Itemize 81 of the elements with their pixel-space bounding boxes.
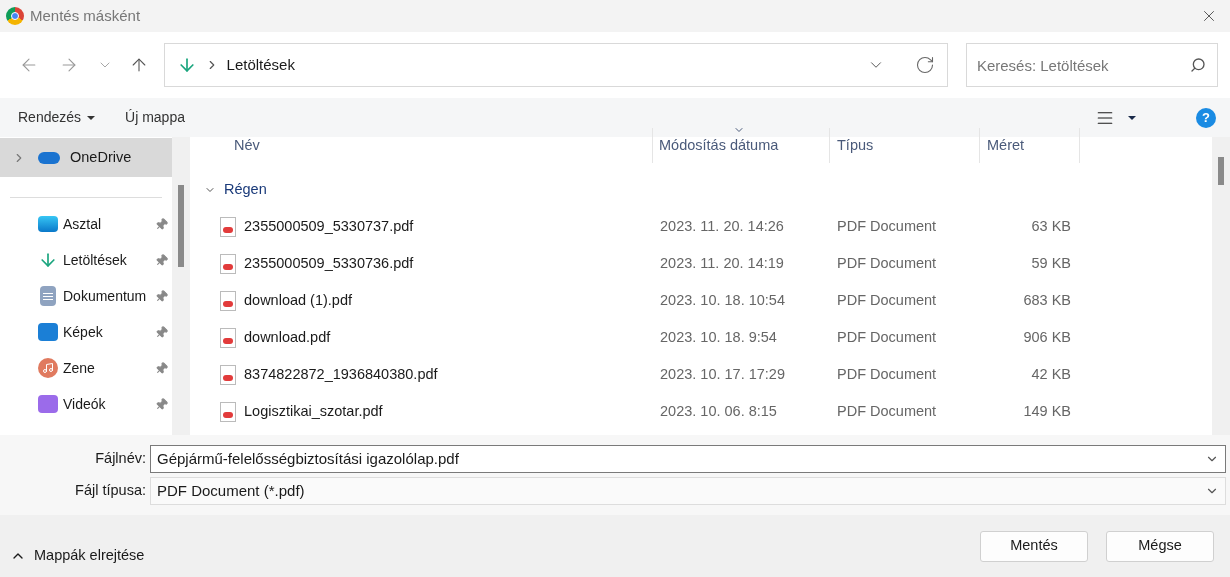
pdf-file-icon [220,401,236,422]
path-label: Letöltések [226,54,295,75]
type-cell-text: PDF Document [836,364,938,384]
hide-folders-button[interactable]: Mappák elrejtése [10,545,145,567]
file-name: download.pdf [244,327,331,347]
date-cell-text: 2023. 10. 18. 10:54 [659,290,786,310]
scrollbar[interactable] [1212,137,1230,435]
pdf-file-icon [220,327,236,348]
pin-icon[interactable] [155,397,168,411]
sidebar-item[interactable]: Dokumentum [0,278,172,314]
sidebar-item[interactable]: Asztal [0,206,172,242]
music-icon [38,358,58,378]
size-cell-text: 906 KB [1022,327,1071,347]
desktop-icon [38,216,58,232]
date-cell-text: 2023. 10. 18. 9:54 [659,327,778,347]
video-icon [38,395,58,413]
type-cell-text: PDF Document [836,253,938,273]
type-cell-text: PDF Document [836,216,938,236]
column-header[interactable]: Módosítás dátuma [653,128,830,163]
field-label: Fájlnév: [94,449,147,469]
address-bar[interactable]: Letöltések [163,43,948,87]
save-button[interactable]: Mentés [980,530,1088,562]
caret-icon [87,115,96,120]
group-header[interactable]: Régen [190,172,1212,208]
cloud-icon [38,151,60,164]
date-cell-text: 2023. 10. 06. 8:15 [659,401,778,421]
file-row[interactable]: 2355000509_5330736.pdf 2023. 11. 20. 14:19 PDF Document 59 KB [190,245,1212,282]
date-cell-text: 2023. 10. 17. 17:29 [659,364,786,384]
file-row[interactable]: download (1).pdf 2023. 10. 18. 10:54 PDF Document 683 KB [190,282,1212,319]
pdf-file-icon [220,364,236,385]
file-name: 8374822872_1936840380.pdf [244,364,438,384]
type-cell-text: PDF Document [836,290,938,310]
document-icon [40,286,56,306]
cancel-button[interactable]: Mégse [1106,530,1214,562]
file-name: download (1).pdf [244,290,352,310]
file-row[interactable]: download.pdf 2023. 10. 18. 9:54 PDF Document 906 KB [190,319,1212,356]
file-type-dropdown[interactable]: PDF Document (*.pdf) [150,477,1226,505]
help-button[interactable]: ? [1196,107,1216,128]
size-cell-text: 42 KB [1030,364,1071,384]
sidebar-item[interactable]: Videók [0,386,172,422]
pin-icon[interactable] [155,325,168,339]
field-label: Fájl típusa: [74,481,147,501]
sidebar-item[interactable]: Letöltések [0,242,172,278]
filename-field[interactable]: Gépjármű-felelősségbiztosítási igazolólap.pdf [150,445,1226,473]
new-folder-button[interactable]: Új mappa [125,107,185,128]
pdf-file-icon [220,216,236,237]
column-header[interactable]: Név [190,128,653,163]
pin-icon[interactable] [155,253,168,267]
date-cell-text: 2023. 11. 20. 14:19 [659,253,785,273]
refresh-button[interactable] [914,55,935,75]
file-row[interactable]: Logisztikai_szotar.pdf 2023. 10. 06. 8:15 PDF Document 149 KB [190,393,1212,430]
file-row[interactable]: 8374822872_1936840380.pdf 2023. 10. 17. 17:29 PDF Document 42 KB [190,356,1212,393]
size-cell-text: 59 KB [1030,253,1071,273]
column-header[interactable]: Méret [980,128,1080,163]
organize-menu[interactable]: Rendezés [18,107,96,128]
file-name: 2355000509_5330737.pdf [244,216,414,236]
pdf-file-icon [220,290,236,311]
sidebar-item[interactable]: OneDrive [0,138,172,177]
pin-icon[interactable] [155,289,168,303]
size-cell-text: 683 KB [1022,290,1071,310]
picture-icon [38,323,58,341]
file-row[interactable]: 2355000509_5330737.pdf 2023. 11. 20. 14:26 PDF Document 63 KB [190,208,1212,245]
search-icon [1190,57,1206,73]
file-name: Logisztikai_szotar.pdf [244,401,383,421]
sidebar-item[interactable]: Képek [0,314,172,350]
type-cell-text: PDF Document [836,327,938,347]
column-header[interactable]: Típus [830,128,980,163]
pin-icon[interactable] [155,361,168,375]
window-title: Mentés másként [30,5,141,26]
sidebar-item[interactable]: Zene [0,350,172,386]
type-cell-text: PDF Document [836,401,938,421]
date-cell-text: 2023. 11. 20. 14:26 [659,216,785,236]
pin-icon[interactable] [155,217,168,231]
size-cell-text: 149 KB [1022,401,1071,421]
search-field[interactable]: Keresés: Letöltések [965,43,1218,87]
browser-logo-icon [6,7,24,25]
scrollbar[interactable] [172,137,190,435]
caret-icon [1128,115,1136,120]
file-name: 2355000509_5330736.pdf [244,253,414,273]
pdf-file-icon [220,253,236,274]
size-cell-text: 63 KB [1030,216,1071,236]
